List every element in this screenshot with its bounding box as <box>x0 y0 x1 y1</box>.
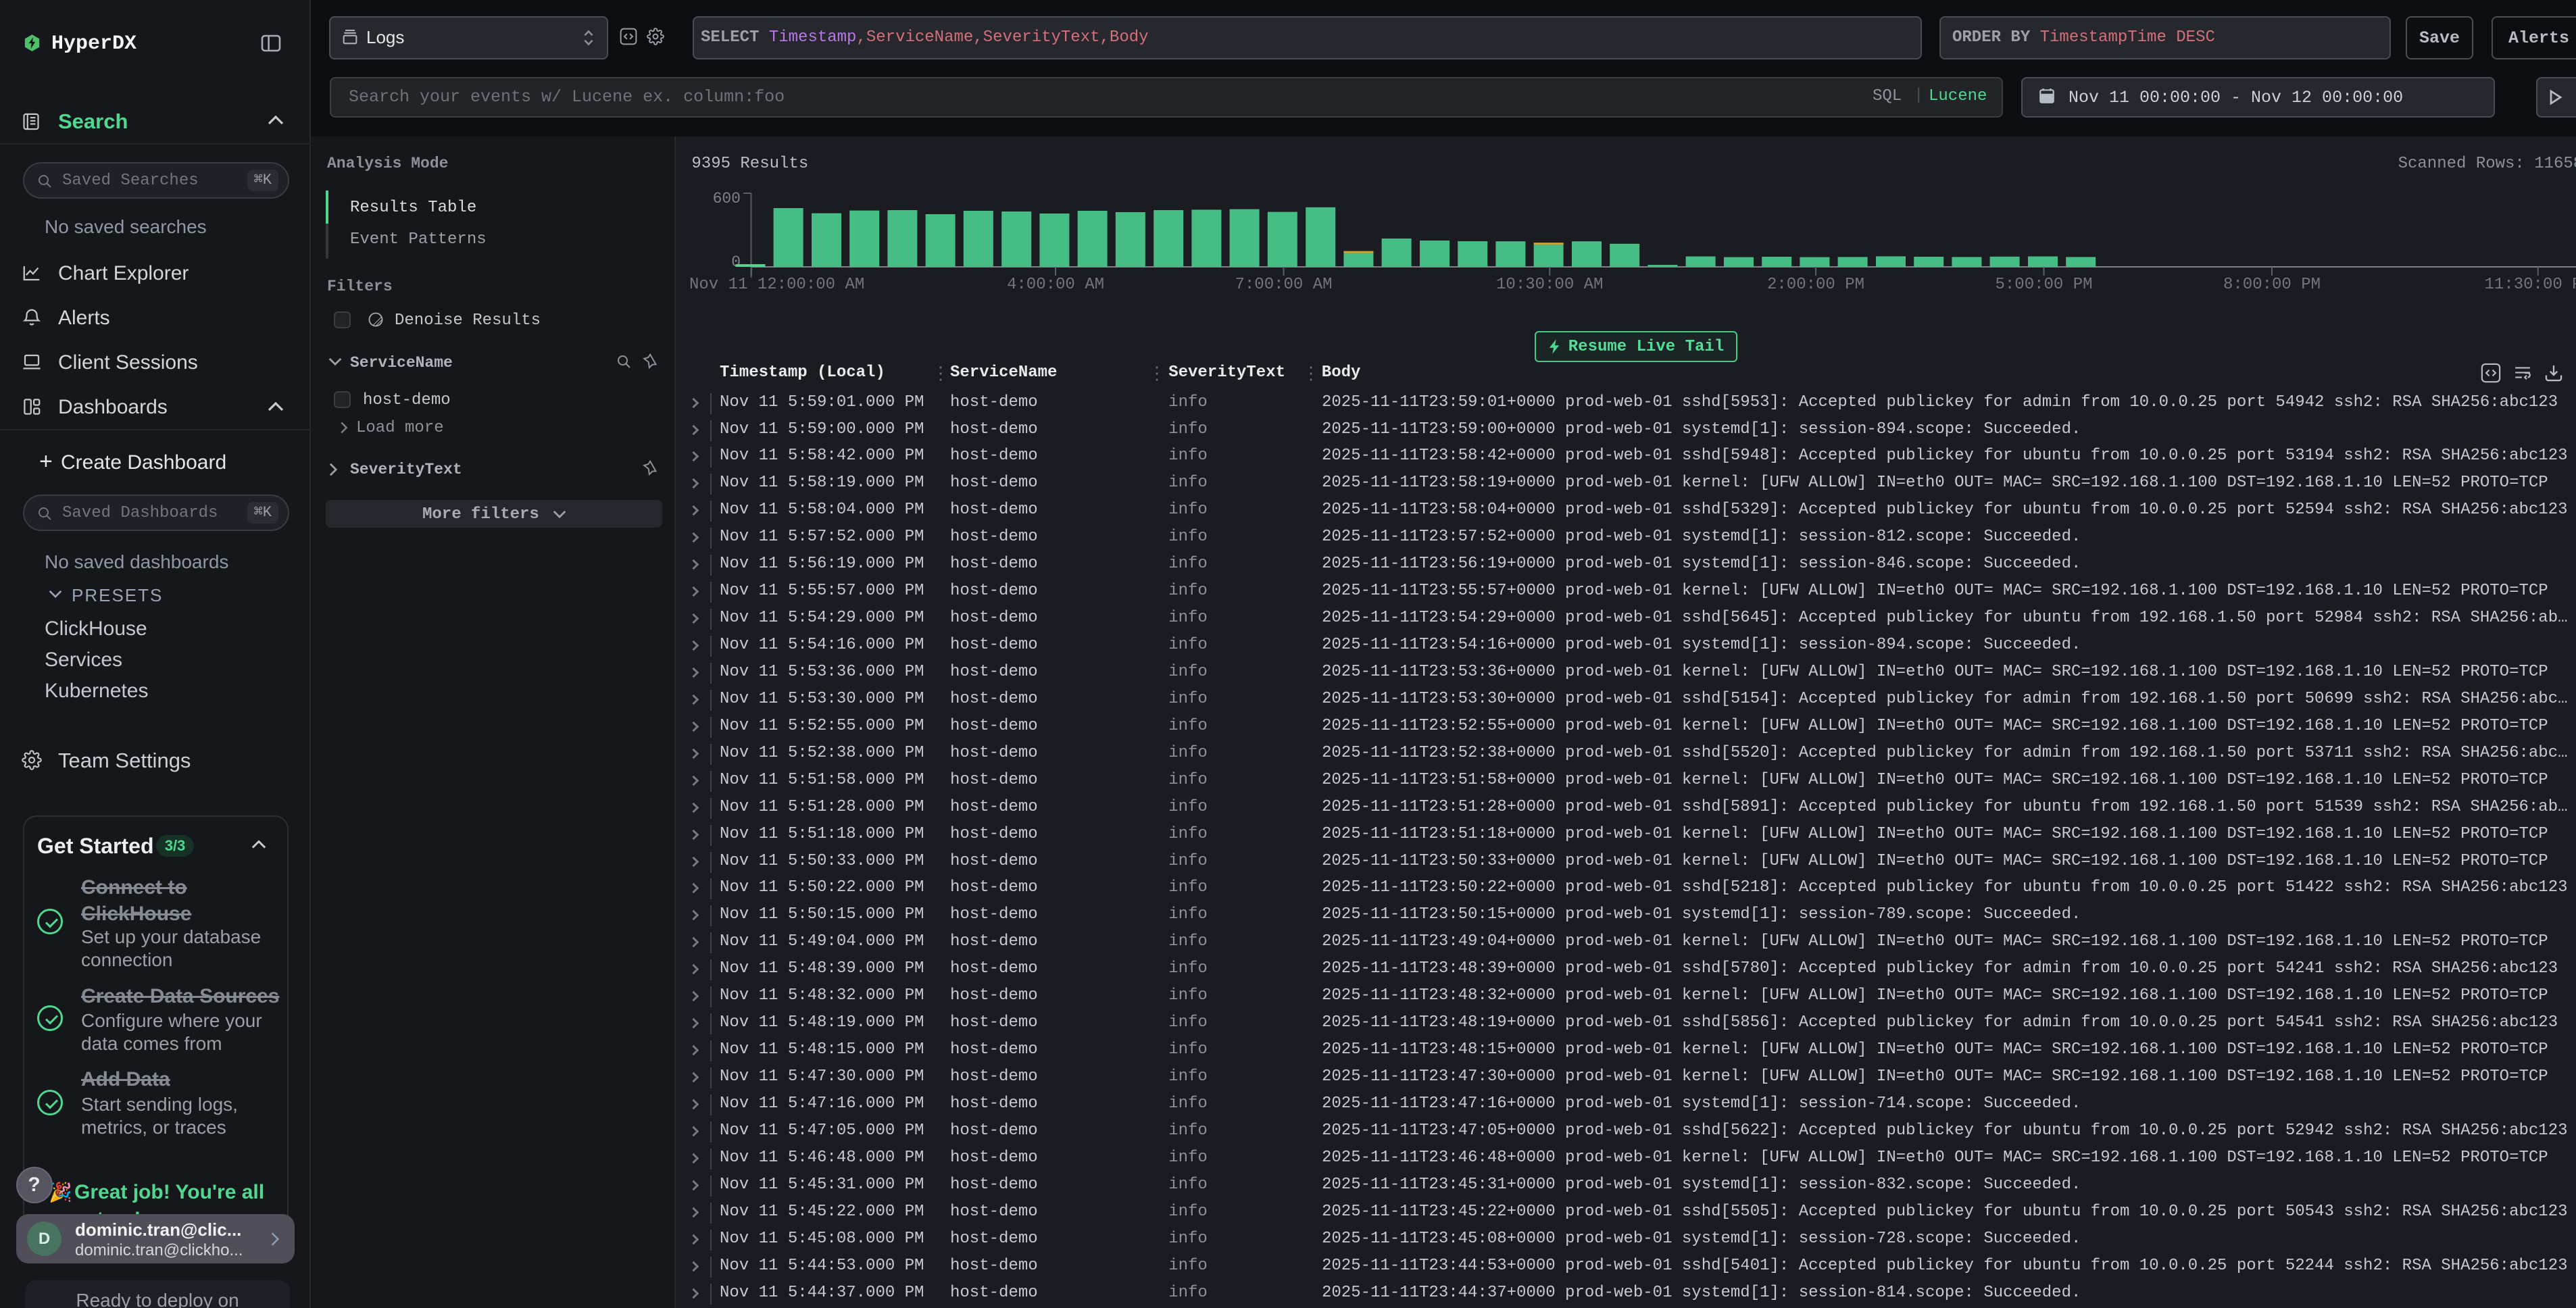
svg-text:Nov 11 12:00:00 AM: Nov 11 12:00:00 AM <box>689 276 864 294</box>
svg-text:10:30:00 AM: 10:30:00 AM <box>1496 276 1603 294</box>
svg-text:11:30:00 PM: 11:30:00 PM <box>2485 276 2576 294</box>
svg-text:5:00:00 PM: 5:00:00 PM <box>1995 276 2092 294</box>
svg-text:8:00:00 PM: 8:00:00 PM <box>2223 276 2321 294</box>
svg-text:600: 600 <box>713 190 741 207</box>
svg-text:0: 0 <box>731 253 741 271</box>
svg-text:2:00:00 PM: 2:00:00 PM <box>1767 276 1864 294</box>
svg-text:4:00:00 AM: 4:00:00 AM <box>1007 276 1104 294</box>
svg-text:7:00:00 AM: 7:00:00 AM <box>1235 276 1332 294</box>
